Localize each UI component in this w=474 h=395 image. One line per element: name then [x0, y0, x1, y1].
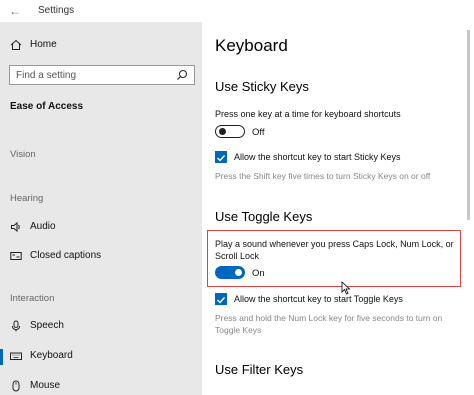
sticky-keys-hint: Press the Shift key five times to turn S… — [215, 171, 431, 181]
toggle-knob — [219, 127, 226, 135]
sidebar-item-label: Audio — [30, 221, 56, 232]
toggle-keys-toggle[interactable] — [215, 266, 245, 279]
sidebar-item-keyboard[interactable]: Keyboard — [0, 346, 202, 368]
group-header-hearing: Hearing — [10, 193, 44, 204]
group-header-interaction: Interaction — [10, 293, 55, 304]
toggle-keys-heading: Use Toggle Keys — [215, 209, 313, 224]
checkmark-icon — [217, 297, 226, 304]
sidebar-item-label: Keyboard — [30, 350, 73, 361]
speaker-icon — [11, 221, 20, 233]
sidebar-item-closed-captions[interactable]: Closed captions — [0, 246, 202, 268]
window-title: Settings — [38, 5, 75, 16]
sidebar-item-home[interactable]: Home — [0, 35, 202, 57]
speech-icon — [12, 320, 20, 332]
toggle-keys-description-line2: Scroll Lock — [215, 251, 260, 261]
selected-indicator — [0, 349, 3, 365]
back-arrow-icon[interactable]: ← — [6, 2, 24, 20]
filter-keys-heading: Use Filter Keys — [215, 362, 304, 377]
search-input[interactable] — [16, 69, 166, 82]
sticky-keys-toggle[interactable] — [215, 125, 245, 138]
sidebar-item-label: Speech — [30, 320, 64, 331]
keyboard-icon — [10, 352, 22, 360]
sidebar-item-mouse[interactable]: Mouse — [0, 376, 202, 395]
sticky-keys-description: Press one key at a time for keyboard sho… — [215, 109, 401, 119]
sidebar-item-label: Home — [30, 39, 57, 50]
main-content: Keyboard Use Sticky Keys Press one key a… — [202, 0, 474, 395]
toggle-keys-hint-line1: Press and hold the Num Lock key for five… — [215, 313, 443, 323]
sticky-keys-shortcut-label: Allow the shortcut key to start Sticky K… — [234, 152, 401, 162]
mouse-cursor-icon — [341, 281, 351, 295]
toggle-keys-toggle-state: On — [252, 268, 265, 279]
sidebar-item-audio[interactable]: Audio — [0, 217, 202, 239]
sidebar-item-speech[interactable]: Speech — [0, 316, 202, 338]
toggle-keys-hint-line2: Toggle Keys — [215, 325, 262, 335]
section-title: Ease of Access — [10, 101, 84, 112]
group-header-vision: Vision — [10, 149, 36, 160]
checkmark-icon — [217, 155, 226, 162]
mouse-icon — [12, 380, 20, 392]
sticky-keys-toggle-state: Off — [252, 127, 265, 138]
sidebar: Home Ease of Access Vision Hearing Audio… — [0, 22, 202, 395]
home-icon — [10, 39, 22, 50]
page-title: Keyboard — [215, 36, 288, 55]
sticky-keys-heading: Use Sticky Keys — [215, 79, 309, 94]
toggle-knob — [235, 269, 242, 276]
sidebar-item-label: Closed captions — [30, 250, 102, 261]
search-box[interactable] — [9, 65, 195, 85]
toggle-keys-shortcut-checkbox[interactable] — [215, 293, 227, 305]
sidebar-item-label: Mouse — [30, 380, 61, 391]
scrollbar[interactable] — [467, 30, 470, 220]
sticky-keys-shortcut-checkbox[interactable] — [215, 151, 227, 163]
toggle-keys-description-line1: Play a sound whenever you press Caps Loc… — [215, 239, 454, 249]
toggle-keys-shortcut-label: Allow the shortcut key to start Toggle K… — [234, 294, 403, 304]
closed-captions-icon — [10, 252, 22, 260]
search-icon[interactable] — [176, 69, 188, 81]
